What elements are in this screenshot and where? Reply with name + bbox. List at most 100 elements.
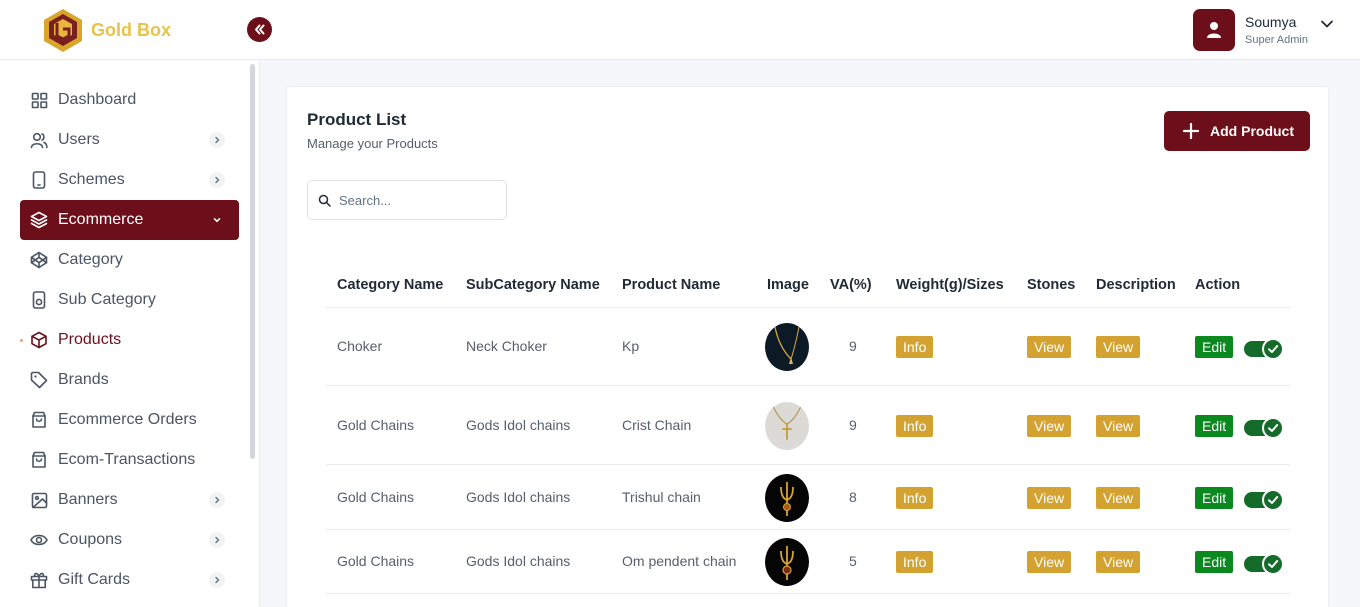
user-role: Super Admin <box>1245 33 1308 46</box>
edit-button[interactable]: Edit <box>1195 414 1234 437</box>
image-icon <box>30 491 48 509</box>
product-image <box>765 473 809 522</box>
box-icon <box>30 331 48 349</box>
sidebar-item-label: Dashboard <box>58 91 137 108</box>
gift-icon <box>30 571 48 589</box>
product-image <box>765 401 809 450</box>
column-header: Stones <box>1027 277 1076 293</box>
chevron-right-icon <box>215 496 220 504</box>
sidebar-item-products[interactable]: Products <box>20 320 239 360</box>
sidebar-item-ecom-transactions[interactable]: Ecom-Transactions <box>20 440 239 480</box>
weight-info-button[interactable]: Info <box>896 336 934 358</box>
sidebar-item-label: Gift Cards <box>58 571 131 588</box>
status-toggle[interactable] <box>1244 553 1284 575</box>
edit-button[interactable]: Edit <box>1195 551 1234 573</box>
collapse-sidebar-button[interactable] <box>247 17 272 42</box>
stones-view-button[interactable]: View <box>1027 414 1072 437</box>
weight-info-button[interactable]: Info <box>896 486 934 509</box>
product-name-cell: Crist Chain <box>622 416 692 433</box>
product-image <box>765 538 809 586</box>
product-name-cell: Trishul chain <box>622 488 701 505</box>
stones-view-button[interactable]: View <box>1027 486 1072 509</box>
expand-chevron[interactable] <box>209 132 225 148</box>
sidebar-item-label: Category <box>58 251 123 268</box>
chevron-down-icon <box>213 218 221 223</box>
chevron-down-icon[interactable] <box>1320 17 1334 31</box>
expand-chevron[interactable] <box>209 532 225 548</box>
row-divider <box>326 593 1290 594</box>
sidebar-item-brands[interactable]: Brands <box>20 360 239 400</box>
table-row: Gold Chains Gods Idol chains Om pendent ch… <box>326 530 1290 594</box>
sidebar-item-label: Users <box>58 131 100 148</box>
category-cell: Gold Chains <box>337 488 415 505</box>
status-toggle[interactable] <box>1244 338 1284 360</box>
toggle-knob <box>1262 416 1284 439</box>
product-list-card: Product List Manage your Products Add Pr… <box>286 86 1329 607</box>
product-name-cell: Om pendent chain <box>622 553 737 569</box>
schemes-icon <box>30 171 48 189</box>
description-view-button[interactable]: View <box>1096 336 1141 358</box>
codepen-icon <box>30 251 48 269</box>
sidebar-item-label: Coupons <box>58 531 123 548</box>
weight-info-button[interactable]: Info <box>896 414 934 437</box>
subcategory-cell: Neck Choker <box>466 338 547 354</box>
edit-button[interactable]: Edit <box>1195 486 1234 509</box>
status-toggle[interactable] <box>1244 416 1284 439</box>
description-view-button[interactable]: View <box>1096 551 1141 573</box>
va-cell: 9 <box>849 338 857 354</box>
subcategory-cell: Gods Idol chains <box>466 553 571 569</box>
expand-chevron[interactable] <box>209 212 225 228</box>
user-name: Soumya <box>1245 13 1297 30</box>
stones-view-button[interactable]: View <box>1027 551 1072 573</box>
add-product-label: Add Product <box>1210 123 1294 139</box>
user-icon <box>1207 22 1221 38</box>
gold-box-logo-icon <box>44 9 82 52</box>
column-header: SubCategory Name <box>466 277 600 293</box>
sidebar-item-label: Sub Category <box>58 291 156 308</box>
search-input[interactable] <box>339 192 499 208</box>
expand-chevron[interactable] <box>209 172 225 188</box>
sidebar-item-sub-category[interactable]: Sub Category <box>20 280 239 320</box>
column-header: Product Name <box>622 277 721 293</box>
sidebar-item-dashboard[interactable]: Dashboard <box>20 80 239 120</box>
sidebar-item-banners[interactable]: Banners <box>20 480 239 520</box>
sidebar-item-users[interactable]: Users <box>20 120 239 160</box>
stones-view-button[interactable]: View <box>1027 336 1072 358</box>
sidebar-item-gift-cards[interactable]: Gift Cards <box>20 560 239 600</box>
column-header: Weight(g)/Sizes <box>896 277 1004 293</box>
layers-icon <box>30 211 48 229</box>
description-view-button[interactable]: View <box>1096 414 1141 437</box>
search-icon <box>318 194 331 207</box>
search-box[interactable] <box>307 180 507 220</box>
column-header: Action <box>1195 277 1241 293</box>
sidebar-item-label: Ecom-Transactions <box>58 451 196 468</box>
product-image <box>765 323 809 371</box>
add-product-button[interactable]: Add Product <box>1164 111 1310 151</box>
check-icon <box>1268 495 1279 504</box>
plus-icon <box>1182 122 1200 140</box>
avatar <box>1193 9 1235 51</box>
sidebar-item-ecommerce[interactable]: Ecommerce <box>20 200 239 240</box>
product-name-cell: Kp <box>622 338 640 354</box>
expand-chevron[interactable] <box>209 572 225 588</box>
user-menu[interactable]: Soumya Super Admin <box>1193 9 1334 51</box>
status-toggle[interactable] <box>1244 488 1284 511</box>
sidebar-scrollbar[interactable] <box>250 64 255 459</box>
weight-info-button[interactable]: Info <box>896 551 934 573</box>
sidebar-item-label: Ecommerce <box>58 211 144 228</box>
chevron-right-icon <box>215 536 220 544</box>
sidebar-item-coupons[interactable]: Coupons <box>20 520 239 560</box>
expand-chevron[interactable] <box>209 492 225 508</box>
sidebar-item-label: Brands <box>58 371 109 388</box>
sidebar-item-category[interactable]: Category <box>20 240 239 280</box>
brand[interactable]: Gold Box <box>42 8 171 52</box>
eye-icon <box>30 531 48 549</box>
sidebar-item-label: Ecommerce Orders <box>58 411 197 428</box>
brand-name: Gold Box <box>91 19 171 40</box>
sidebar-item-label: Schemes <box>58 171 125 188</box>
description-view-button[interactable]: View <box>1096 486 1141 509</box>
sidebar-item-schemes[interactable]: Schemes <box>20 160 239 200</box>
sidebar-item-ecommerce-orders[interactable]: Ecommerce Orders <box>20 400 239 440</box>
va-cell: 8 <box>849 488 857 505</box>
edit-button[interactable]: Edit <box>1195 336 1234 358</box>
